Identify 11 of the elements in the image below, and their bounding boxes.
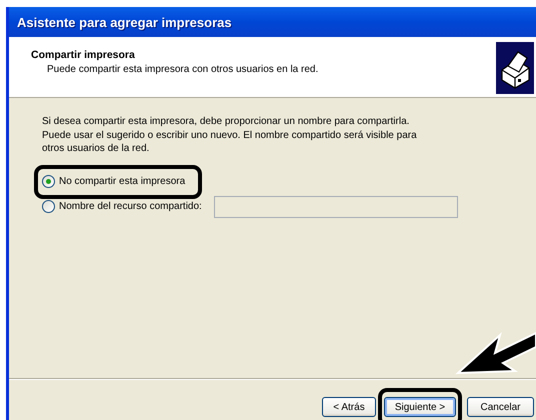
description-text: Si desea compartir esta impresora, debe proporcionar un nombre para compartirla. Puede usar el sugerido o escribir uno nuevo. El nombre compartido será visible para otros usuarios de la red.: [42, 115, 418, 156]
wizard-button[interactable]: < Atrás: [322, 397, 376, 417]
radio-button[interactable]: [42, 200, 55, 213]
wizard-button[interactable]: Cancelar: [467, 397, 534, 417]
option-label[interactable]: Nombre del recurso compartido:: [59, 201, 202, 212]
radio-button[interactable]: [42, 175, 55, 188]
option-label[interactable]: No compartir esta impresora: [59, 176, 186, 187]
header-title: Compartir impresora: [31, 49, 136, 61]
header-subtitle: Puede compartir esta impresora con otros usuarios en la red.: [46, 64, 318, 75]
wizard-button[interactable]: Siguiente >: [384, 397, 456, 417]
window-title: Asistente para agregar impresoras: [9, 7, 536, 37]
